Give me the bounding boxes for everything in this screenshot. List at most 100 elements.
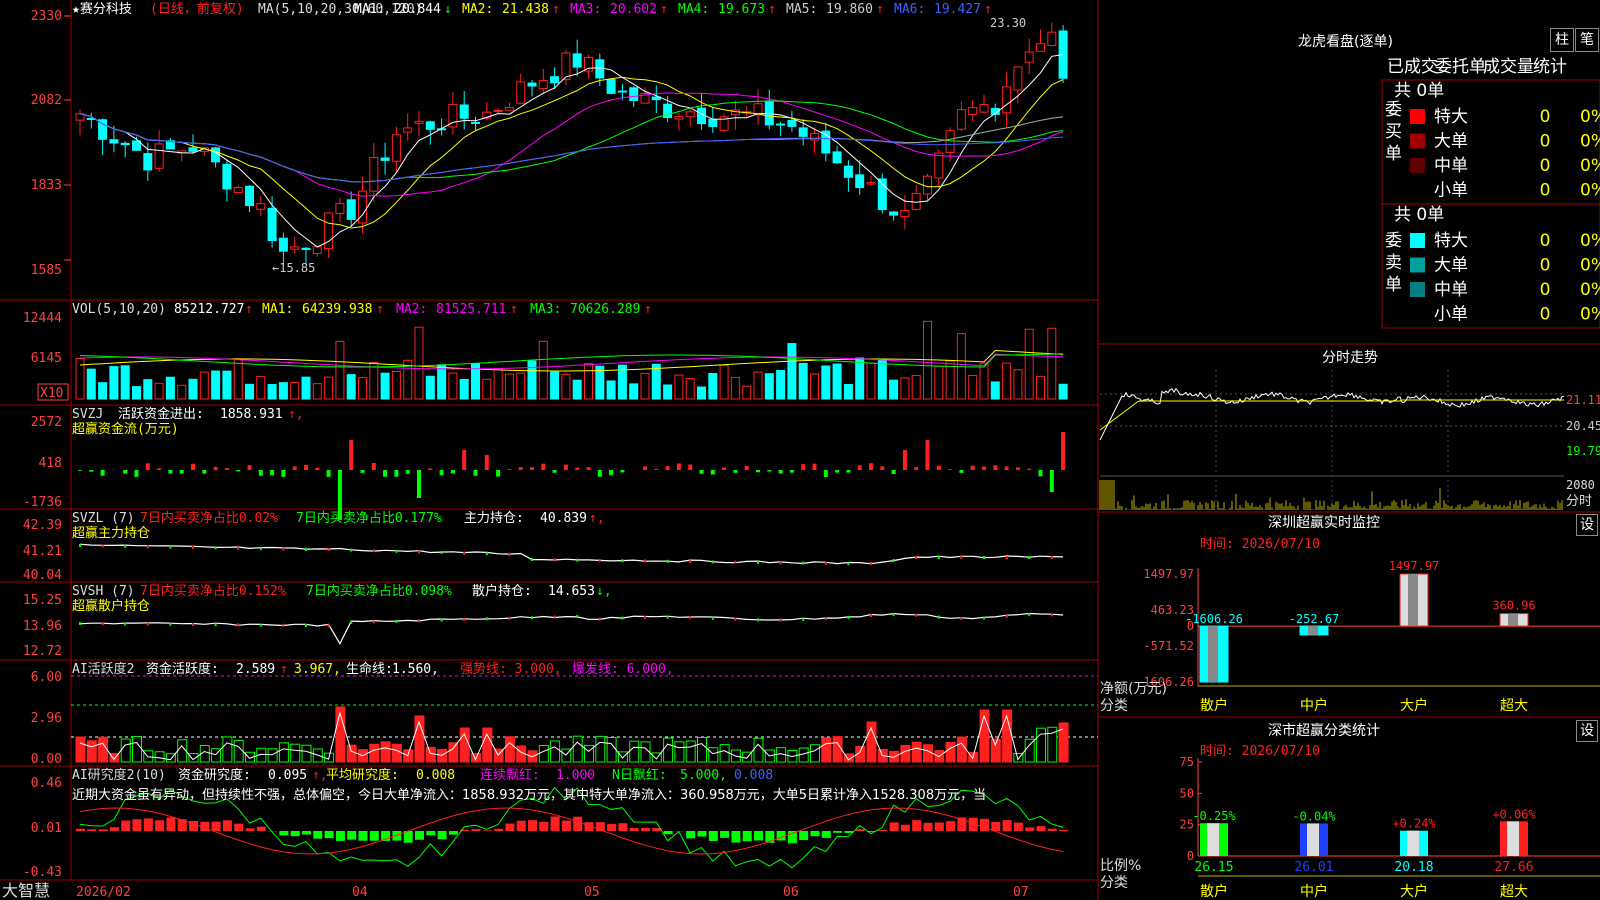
- candle: [86, 112, 96, 129]
- monitor-settings-button[interactable]: 设: [1576, 514, 1598, 536]
- flow-bar: [970, 465, 975, 470]
- high-price-label: 23.30: [990, 16, 1026, 30]
- lhb-row-pct: 0%: [1580, 181, 1600, 201]
- activity-bar: [810, 744, 820, 763]
- research-bar: [426, 831, 436, 836]
- lhb-title: 龙虎看盘(逐单): [1298, 33, 1393, 50]
- low-price-label: ←15.85: [272, 261, 315, 275]
- vol-ma-label: MA1:: [262, 302, 293, 317]
- vol-bar: [832, 363, 842, 400]
- flow-bar: [643, 466, 647, 470]
- vol-bar: [810, 373, 819, 400]
- lhb-color-swatch: [1410, 257, 1425, 273]
- research-bar: [302, 831, 311, 835]
- air-n-label: N日飘红:: [612, 767, 667, 783]
- research-bar: [245, 828, 255, 831]
- activity-bar: [391, 743, 402, 763]
- vol-bar: [787, 343, 797, 400]
- lhb-tab[interactable]: 已成交: [1387, 57, 1438, 77]
- y-label: 2.96: [31, 711, 62, 726]
- vol-bar: [979, 362, 989, 400]
- vol-bar: [154, 382, 164, 400]
- flow-bar: [428, 468, 433, 470]
- monitor-value-label: 360.96: [1492, 599, 1535, 613]
- vol-bar: [651, 363, 661, 400]
- flow-bar: [676, 463, 681, 470]
- vol-bar: [606, 380, 616, 400]
- research-bar: [155, 820, 165, 831]
- flow-bar: [722, 467, 727, 470]
- vol-bar: [889, 379, 899, 400]
- lhb-tab[interactable]: 统计: [1533, 57, 1567, 77]
- flow-bar: [270, 470, 275, 476]
- stats-ylabel: 比例%: [1100, 858, 1141, 874]
- research-bar: [912, 820, 922, 831]
- flow-bar: [202, 470, 207, 474]
- svg-text:↑: ↑: [280, 662, 288, 677]
- ma-arrow: ↑: [768, 2, 776, 17]
- vol-bar: [245, 383, 254, 400]
- stats-value-label: 27.66: [1494, 860, 1533, 875]
- research-bar: [821, 831, 831, 838]
- fenshi-title: 分时走势: [1322, 350, 1378, 366]
- monitor-value-label: -1606.26: [1185, 612, 1243, 626]
- flow-bar: [530, 467, 534, 470]
- classification-stats-chart: 7550250-0.25%26.15散户-0.04%26.01中户+0.24%2…: [1180, 755, 1600, 900]
- flow-bar: [405, 470, 410, 474]
- date-label: 05: [584, 885, 600, 900]
- svsh-c-value: 14.653: [548, 584, 595, 599]
- svzl-params: SVZL (7): [72, 511, 135, 526]
- vol-ma-label: MA3:: [530, 302, 561, 317]
- lhb-tab[interactable]: 委托单: [1435, 57, 1486, 77]
- candle: [584, 54, 593, 79]
- research-bar: [810, 831, 820, 837]
- research-bar: [516, 820, 526, 831]
- flow-bar: [586, 467, 591, 470]
- activity-bar: [956, 736, 967, 763]
- research-bar: [335, 831, 345, 841]
- flow-bar: [349, 440, 354, 470]
- position-line: [79, 543, 1064, 565]
- lhb-tab[interactable]: 成交量: [1483, 57, 1534, 77]
- y-label: -1736: [23, 495, 62, 510]
- tick-view-button[interactable]: 笔: [1575, 28, 1599, 52]
- vol-bar: [358, 377, 367, 400]
- flow-bar: [699, 470, 704, 474]
- lhb-row-pct: 0%: [1580, 132, 1600, 152]
- stats-change-label: -0.04%: [1292, 809, 1336, 823]
- flow-bar: [1049, 470, 1054, 492]
- air-avg-value: 0.008: [416, 768, 455, 783]
- vol-bar: [640, 372, 650, 400]
- flow-bar: [902, 450, 907, 470]
- realtime-monitor-chart: 1497.97463.230-571.52-1606.26-1606.26散户-…: [1136, 559, 1600, 714]
- candle: [527, 80, 537, 97]
- lhb-row-name: 大单: [1434, 132, 1468, 152]
- air-avg-label: 平均研究度:: [326, 767, 399, 783]
- stats-settings-button[interactable]: 设: [1576, 720, 1598, 742]
- flow-bar: [281, 470, 286, 477]
- ma-value: 19.860: [826, 2, 873, 17]
- ma-arrow: ↑: [876, 2, 884, 17]
- activity-bar: [697, 737, 707, 763]
- flow-bar: [552, 470, 557, 473]
- stock-terminal-canvas[interactable]: 1497.97463.230-571.52-1606.26-1606.26散户-…: [0, 0, 1600, 900]
- vol-bar: [188, 378, 198, 400]
- vol-bar: [380, 372, 390, 400]
- lhb-row-count: 0: [1540, 156, 1551, 176]
- activity-bar: [550, 740, 561, 763]
- flow-bar: [247, 465, 252, 470]
- activity-bar: [380, 741, 391, 763]
- flow-bar: [925, 440, 930, 470]
- lhb-row-name: 中单: [1434, 156, 1468, 176]
- bar-view-button[interactable]: 柱: [1550, 28, 1574, 52]
- candle: [188, 134, 198, 154]
- flow-bar: [563, 464, 568, 470]
- volume-chart: [75, 320, 1068, 400]
- svzl-arrow: ↑,: [589, 511, 605, 526]
- activity-bar: [832, 736, 843, 763]
- candle: [391, 126, 401, 173]
- candle: [923, 173, 932, 202]
- vol-bar: [629, 383, 639, 400]
- activity-bar: [403, 749, 414, 763]
- vol-bar: [561, 373, 571, 400]
